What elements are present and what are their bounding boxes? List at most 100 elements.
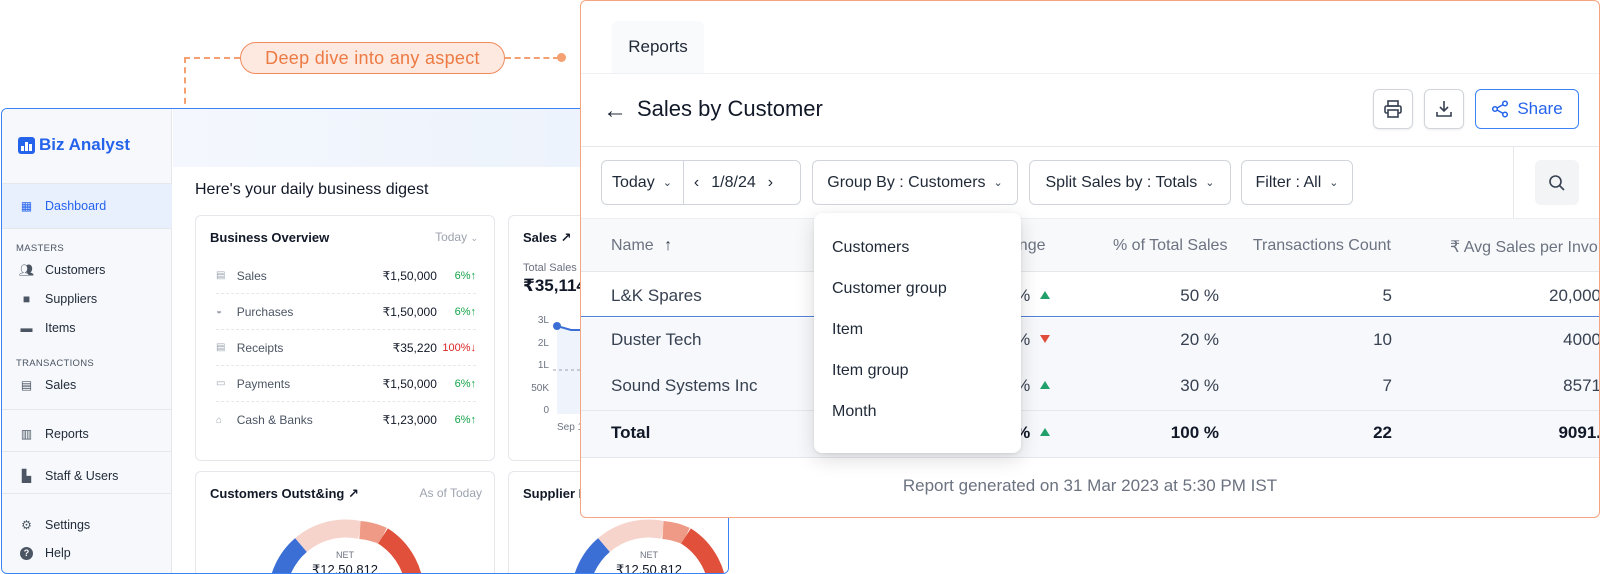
- sidebar-item-staff[interactable]: ▙ Staff & Users: [2, 463, 172, 489]
- overview-value: ₹35,220: [392, 340, 437, 355]
- staff-icon: ▙: [21, 469, 32, 483]
- sidebar-item-sales[interactable]: ▤ Sales: [2, 372, 172, 398]
- table-header: Name ↑ hange % of Total Sales Transactio…: [581, 218, 1599, 272]
- menu-item-month[interactable]: Month: [832, 403, 876, 421]
- overview-row[interactable]: ▤ Sales ₹1,50,000 6%↑: [216, 258, 476, 294]
- card-title: Customers Outst&ing ↗: [210, 486, 359, 501]
- sales-point: [553, 322, 561, 330]
- overview-value: ₹1,50,000: [382, 268, 437, 283]
- net-label: NET: [336, 550, 354, 560]
- overview-row[interactable]: ▤ Receipts ₹35,220 100%↓: [216, 330, 476, 366]
- tab-reports[interactable]: Reports: [612, 21, 704, 73]
- overview-label: Purchases: [236, 304, 294, 319]
- printer-icon: [1384, 100, 1402, 118]
- column-avg-sales[interactable]: ₹ Avg Sales per Invo: [1450, 237, 1598, 257]
- menu-item-item-group[interactable]: Item group: [832, 362, 908, 380]
- sidebar-item-label: Settings: [45, 518, 91, 532]
- share-button[interactable]: Share: [1475, 89, 1579, 129]
- overview-label: Sales: [236, 268, 267, 283]
- back-arrow-icon[interactable]: ←: [603, 97, 627, 125]
- cell-avg: 8571: [1563, 376, 1600, 395]
- menu-item-customer-group[interactable]: Customer group: [832, 280, 947, 298]
- column-name[interactable]: Name ↑: [611, 237, 672, 255]
- donut-segment: [295, 519, 362, 553]
- brand-logo[interactable]: Biz Analyst: [18, 135, 130, 155]
- group-by-dropdown[interactable]: Group By : Customers ⌄: [812, 160, 1018, 205]
- sidebar: Biz Analyst ▦ Dashboard MASTERS 👥︎ Custo…: [2, 109, 172, 573]
- y-tick: 0: [543, 405, 549, 416]
- box-icon: ▬: [20, 321, 33, 335]
- sidebar-item-items[interactable]: ▬ Items: [2, 315, 172, 341]
- callout-dot: [557, 53, 566, 62]
- trend-up-icon: [1040, 428, 1051, 436]
- overview-value: ₹1,50,000: [382, 376, 437, 391]
- overview-row[interactable]: ▭ Payments ₹1,50,000 6%↑: [216, 366, 476, 402]
- net-value: ₹12,50,812: [311, 562, 379, 574]
- sidebar-item-dashboard[interactable]: ▦ Dashboard: [2, 184, 172, 228]
- period-dropdown[interactable]: Today ⌄: [612, 174, 672, 192]
- cell-pct: 50 %: [1180, 286, 1219, 305]
- table-row[interactable]: Sound Systems Inc 5 % 30 % 7 8571: [581, 364, 1599, 410]
- menu-item-customers[interactable]: Customers: [832, 239, 909, 257]
- menu-item-item[interactable]: Item: [832, 321, 863, 339]
- help-icon: ?: [20, 546, 33, 560]
- sidebar-item-help[interactable]: ? Help: [2, 540, 172, 566]
- card-title: Supplier I: [523, 486, 583, 501]
- callout-connector-right: [505, 57, 559, 59]
- overview-label: Payments: [236, 376, 291, 391]
- chevron-down-icon: ⌄: [662, 177, 672, 189]
- sidebar-item-suppliers[interactable]: ■ Suppliers: [2, 286, 172, 312]
- split-sales-dropdown[interactable]: Split Sales by : Totals ⌄: [1029, 160, 1231, 205]
- donut-segment: [598, 519, 665, 553]
- overview-label: Receipts: [236, 340, 284, 355]
- overview-value: ₹1,23,000: [382, 413, 437, 427]
- row-highlight-line: [581, 316, 1599, 317]
- customers-outstanding-card[interactable]: Customers Outst&ing ↗ As of Today NET ₹1…: [195, 471, 495, 574]
- grid-icon: ▦: [20, 199, 33, 213]
- print-button[interactable]: [1373, 89, 1413, 129]
- chart-logo-icon: [18, 136, 35, 154]
- column-transactions-count[interactable]: Transactions Count: [1243, 237, 1391, 255]
- period-select[interactable]: Today ⌄: [435, 230, 478, 244]
- sidebar-divider: [2, 451, 172, 452]
- sidebar-item-customers[interactable]: 👥︎ Customers: [2, 257, 172, 283]
- y-tick: 3L: [537, 315, 549, 326]
- sidebar-item-label: Staff & Users: [45, 469, 119, 483]
- bank-icon: ⌂: [216, 414, 223, 426]
- y-tick: 1L: [537, 360, 549, 371]
- sidebar-item-label: Help: [45, 546, 71, 560]
- table-row[interactable]: L&K Spares 5 % 50 % 5 20,000: [581, 274, 1599, 320]
- basket-icon: ◒: [216, 306, 223, 317]
- table-total-row: Total 3 % 100 % 22 9091.: [581, 411, 1599, 457]
- cash-icon: ▭: [216, 378, 226, 389]
- table-row[interactable]: Duster Tech 0 % 20 % 10 4000: [581, 318, 1599, 364]
- net-label: NET: [640, 550, 658, 560]
- chevron-down-icon: ⌄: [470, 233, 478, 243]
- prev-date-icon[interactable]: ‹: [694, 174, 699, 192]
- divider: [1513, 146, 1514, 218]
- business-overview-card: Business Overview Today ⌄ ▤ Sales ₹1,50,…: [195, 215, 495, 461]
- overview-label: Cash & Banks: [236, 413, 313, 427]
- search-button[interactable]: [1535, 160, 1579, 205]
- document-icon: ▤: [20, 378, 33, 392]
- sidebar-item-reports[interactable]: ▥ Reports: [2, 421, 172, 447]
- cell-name: Sound Systems Inc: [611, 376, 758, 395]
- report-icon: ▥: [20, 427, 33, 441]
- chevron-down-icon: ⌄: [993, 177, 1003, 189]
- sidebar-item-settings[interactable]: ⚙ Settings: [2, 512, 172, 538]
- tab-divider: [581, 73, 1599, 74]
- overview-row[interactable]: ⌂ Cash & Banks ₹1,23,000 6%↑: [216, 402, 476, 438]
- download-button[interactable]: [1424, 89, 1464, 129]
- overview-row[interactable]: ◒ Purchases ₹1,50,000 6%↑: [216, 294, 476, 330]
- column-pct-total[interactable]: % of Total Sales: [1113, 237, 1227, 255]
- cell-avg: 4000: [1563, 330, 1600, 349]
- next-date-icon[interactable]: ›: [768, 174, 773, 192]
- sales-total: ₹35,114: [523, 276, 586, 295]
- chevron-down-icon: ⌄: [1329, 177, 1339, 189]
- sales-y-axis: 3L 2L 1L 50K 0: [529, 310, 549, 423]
- sidebar-item-label: Customers: [45, 263, 106, 277]
- sidebar-heading-masters: MASTERS: [16, 243, 65, 254]
- filter-dropdown[interactable]: Filter : All ⌄: [1241, 160, 1353, 205]
- cell-name: L&K Spares: [611, 286, 702, 305]
- as-of-label: As of Today: [419, 486, 482, 500]
